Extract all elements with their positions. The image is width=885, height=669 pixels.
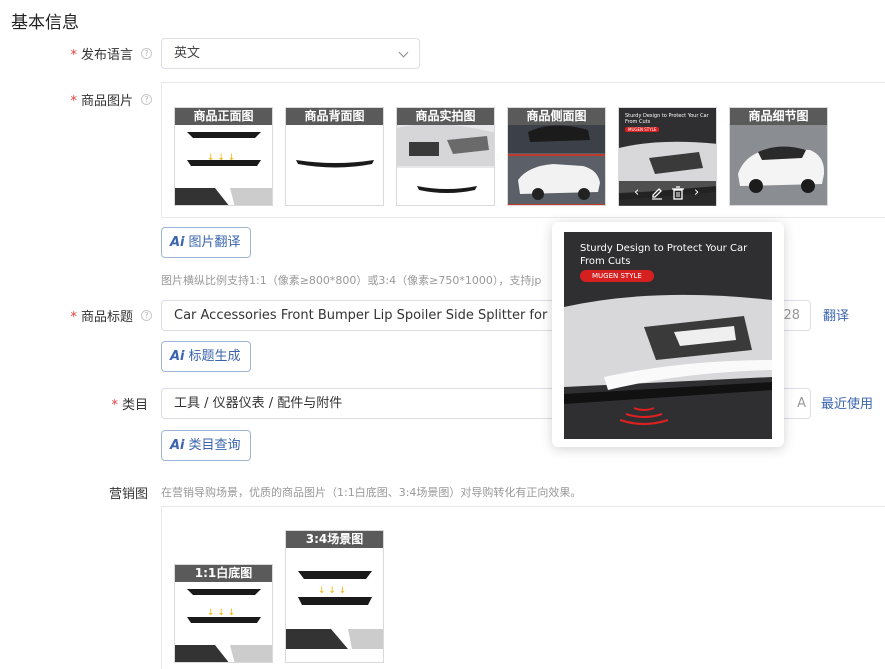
image-hint: 图片横纵比例支持1:1（像素≥800*800）或3:4（像素≥750*1000）… [161,274,542,287]
front-lip-picture: ↓ ↓ ↓ [175,132,272,205]
preview-caption: Sturdy Design to Protect Your Car From C… [580,243,748,267]
title-generate-button[interactable]: Ai 标题生成 [161,341,251,372]
thumb-label: 商品侧面图 [508,108,605,125]
category-label: * 类目 [111,398,148,413]
marketing-image-square[interactable]: 1:1白底图 ↓ ↓ ↓ [174,564,273,663]
marketing-image-portrait[interactable]: 3:4场景图 ↓ ↓ ↓ [285,530,384,663]
image-thumb-front[interactable]: 商品正面图 ↓ ↓ ↓ [174,107,273,206]
category-query-button[interactable]: Ai 类目查询 [161,430,251,461]
thumb-label: 商品细节图 [730,108,827,125]
image-thumb-side[interactable]: 商品侧面图 [507,107,606,206]
thumb-brand-tag: MUGEN STYLE [625,127,660,132]
image-thumb-real[interactable]: 商品实拍图 [396,107,495,206]
ai-icon: Ai [170,235,185,250]
help-icon[interactable]: ? [141,48,152,59]
language-select[interactable]: 英文 [161,38,420,69]
title-translate-link[interactable]: 翻译 [823,305,849,324]
marketing-label: 营销图 [108,487,148,502]
marketing-hint: 在营销导购场景，优质的商品图片（1:1白底图、3:4场景图）对导购转化有正向效果… [161,486,582,499]
thumb-caption: Sturdy Design to Protect Your Car From C… [625,113,709,125]
recent-categories-link[interactable]: 最近使用 [821,393,873,412]
front-lip-picture: ↓ ↓ ↓ [286,571,383,649]
ai-icon: Ai [170,349,185,364]
svg-text:↓ ↓ ↓: ↓ ↓ ↓ [318,586,346,596]
title-char-counter: 28 [783,308,800,323]
svg-text:↓ ↓ ↓: ↓ ↓ ↓ [207,608,235,618]
image-hover-toolbar: ‹ › [619,181,716,206]
category-input-value: 工具 / 仪器仪表 / 配件与附件 [174,396,343,411]
ai-icon: Ai [170,438,185,453]
help-icon[interactable]: ? [141,310,152,321]
images-label: * 商品图片 [70,94,133,109]
section-title: 基本信息 [11,13,79,33]
help-icon[interactable]: ? [141,94,152,105]
title-input-value: Car Accessories Front Bumper Lip Spoiler… [174,308,576,323]
delete-icon[interactable] [671,186,685,200]
next-icon[interactable]: › [694,185,699,200]
image-thumb-back[interactable]: 商品背面图 [285,107,384,206]
edit-icon[interactable] [650,186,664,200]
category-input-edge: A [797,396,806,411]
image-thumb-detail[interactable]: 商品细节图 [729,107,828,206]
back-lip-picture [296,160,374,168]
chevron-down-icon [398,47,409,58]
thumb-label: 商品实拍图 [397,108,494,125]
language-label: * 发布语言 [70,48,133,63]
front-lip-picture: ↓ ↓ ↓ [175,589,272,662]
preview-brand-tag: MUGEN STYLE [580,270,654,282]
image-translate-button[interactable]: Ai 图片翻译 [161,227,251,258]
image-preview-popover: Sturdy Design to Protect Your Car From C… [552,222,784,447]
title-label: * 商品标题 [70,310,133,325]
prev-icon[interactable]: ‹ [634,185,639,200]
language-select-value: 英文 [174,46,201,61]
image-preview: Sturdy Design to Protect Your Car From C… [564,232,772,439]
